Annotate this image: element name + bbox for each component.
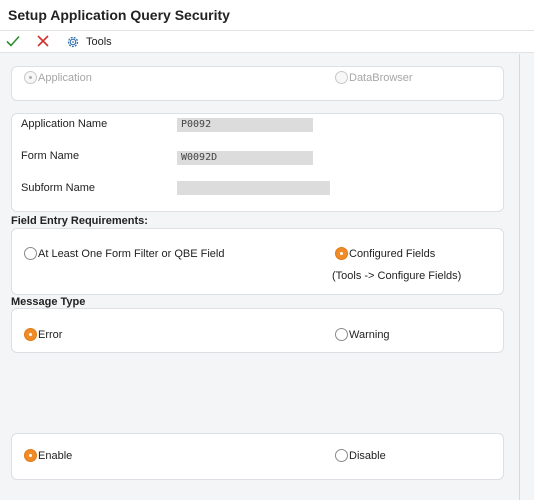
radio-enable-label: Enable (38, 449, 73, 462)
radio-error-label: Error (38, 328, 63, 341)
ok-button[interactable] (5, 33, 21, 49)
radio-application-dot (24, 71, 37, 84)
toolbar: Tools (0, 31, 534, 53)
radio-application[interactable]: Application (24, 71, 92, 84)
tools-button[interactable]: Tools (66, 34, 112, 50)
radio-error[interactable]: Error (24, 328, 62, 341)
cancel-button[interactable] (35, 33, 51, 49)
radio-disable[interactable]: Disable (335, 449, 386, 462)
checkmark-icon (6, 35, 20, 47)
radio-databrowser-label: DataBrowser (349, 71, 413, 84)
form-name-field[interactable]: W0092D (177, 151, 313, 165)
subform-name-field[interactable] (177, 181, 330, 195)
form-name-label: Form Name (21, 150, 80, 162)
radio-disable-dot (335, 449, 348, 462)
radio-warning-dot (335, 328, 348, 341)
radio-at-least-one[interactable]: At Least One Form Filter or QBE Field (24, 247, 224, 260)
gear-icon (67, 36, 79, 48)
field-entry-title: Field Entry Requirements: (11, 215, 148, 227)
divider (519, 54, 520, 500)
radio-warning[interactable]: Warning (335, 328, 390, 341)
radio-databrowser-dot (335, 71, 348, 84)
radio-configured-fields-dot (335, 247, 348, 260)
radio-at-least-one-dot (24, 247, 37, 260)
radio-enable[interactable]: Enable (24, 449, 72, 462)
page-title: Setup Application Query Security (8, 7, 230, 23)
title-bar: Setup Application Query Security (0, 0, 534, 31)
enable-card (11, 433, 504, 480)
radio-enable-dot (24, 449, 37, 462)
tools-label: Tools (86, 36, 112, 48)
radio-configured-fields[interactable]: Configured Fields (335, 247, 435, 260)
message-type-title: Message Type (11, 296, 86, 308)
configured-fields-note: (Tools -> Configure Fields) (332, 270, 462, 282)
application-name-field[interactable]: P0092 (177, 118, 313, 132)
radio-configured-fields-label: Configured Fields (349, 247, 436, 260)
radio-at-least-one-label: At Least One Form Filter or QBE Field (38, 247, 225, 260)
x-icon (37, 35, 49, 47)
radio-databrowser[interactable]: DataBrowser (335, 71, 413, 84)
subform-name-label: Subform Name (21, 182, 95, 194)
application-name-label: Application Name (21, 118, 108, 130)
radio-warning-label: Warning (349, 328, 390, 341)
radio-error-dot (24, 328, 37, 341)
radio-disable-label: Disable (349, 449, 386, 462)
message-type-card (11, 308, 504, 353)
radio-application-label: Application (38, 71, 92, 84)
field-entry-card (11, 228, 504, 295)
